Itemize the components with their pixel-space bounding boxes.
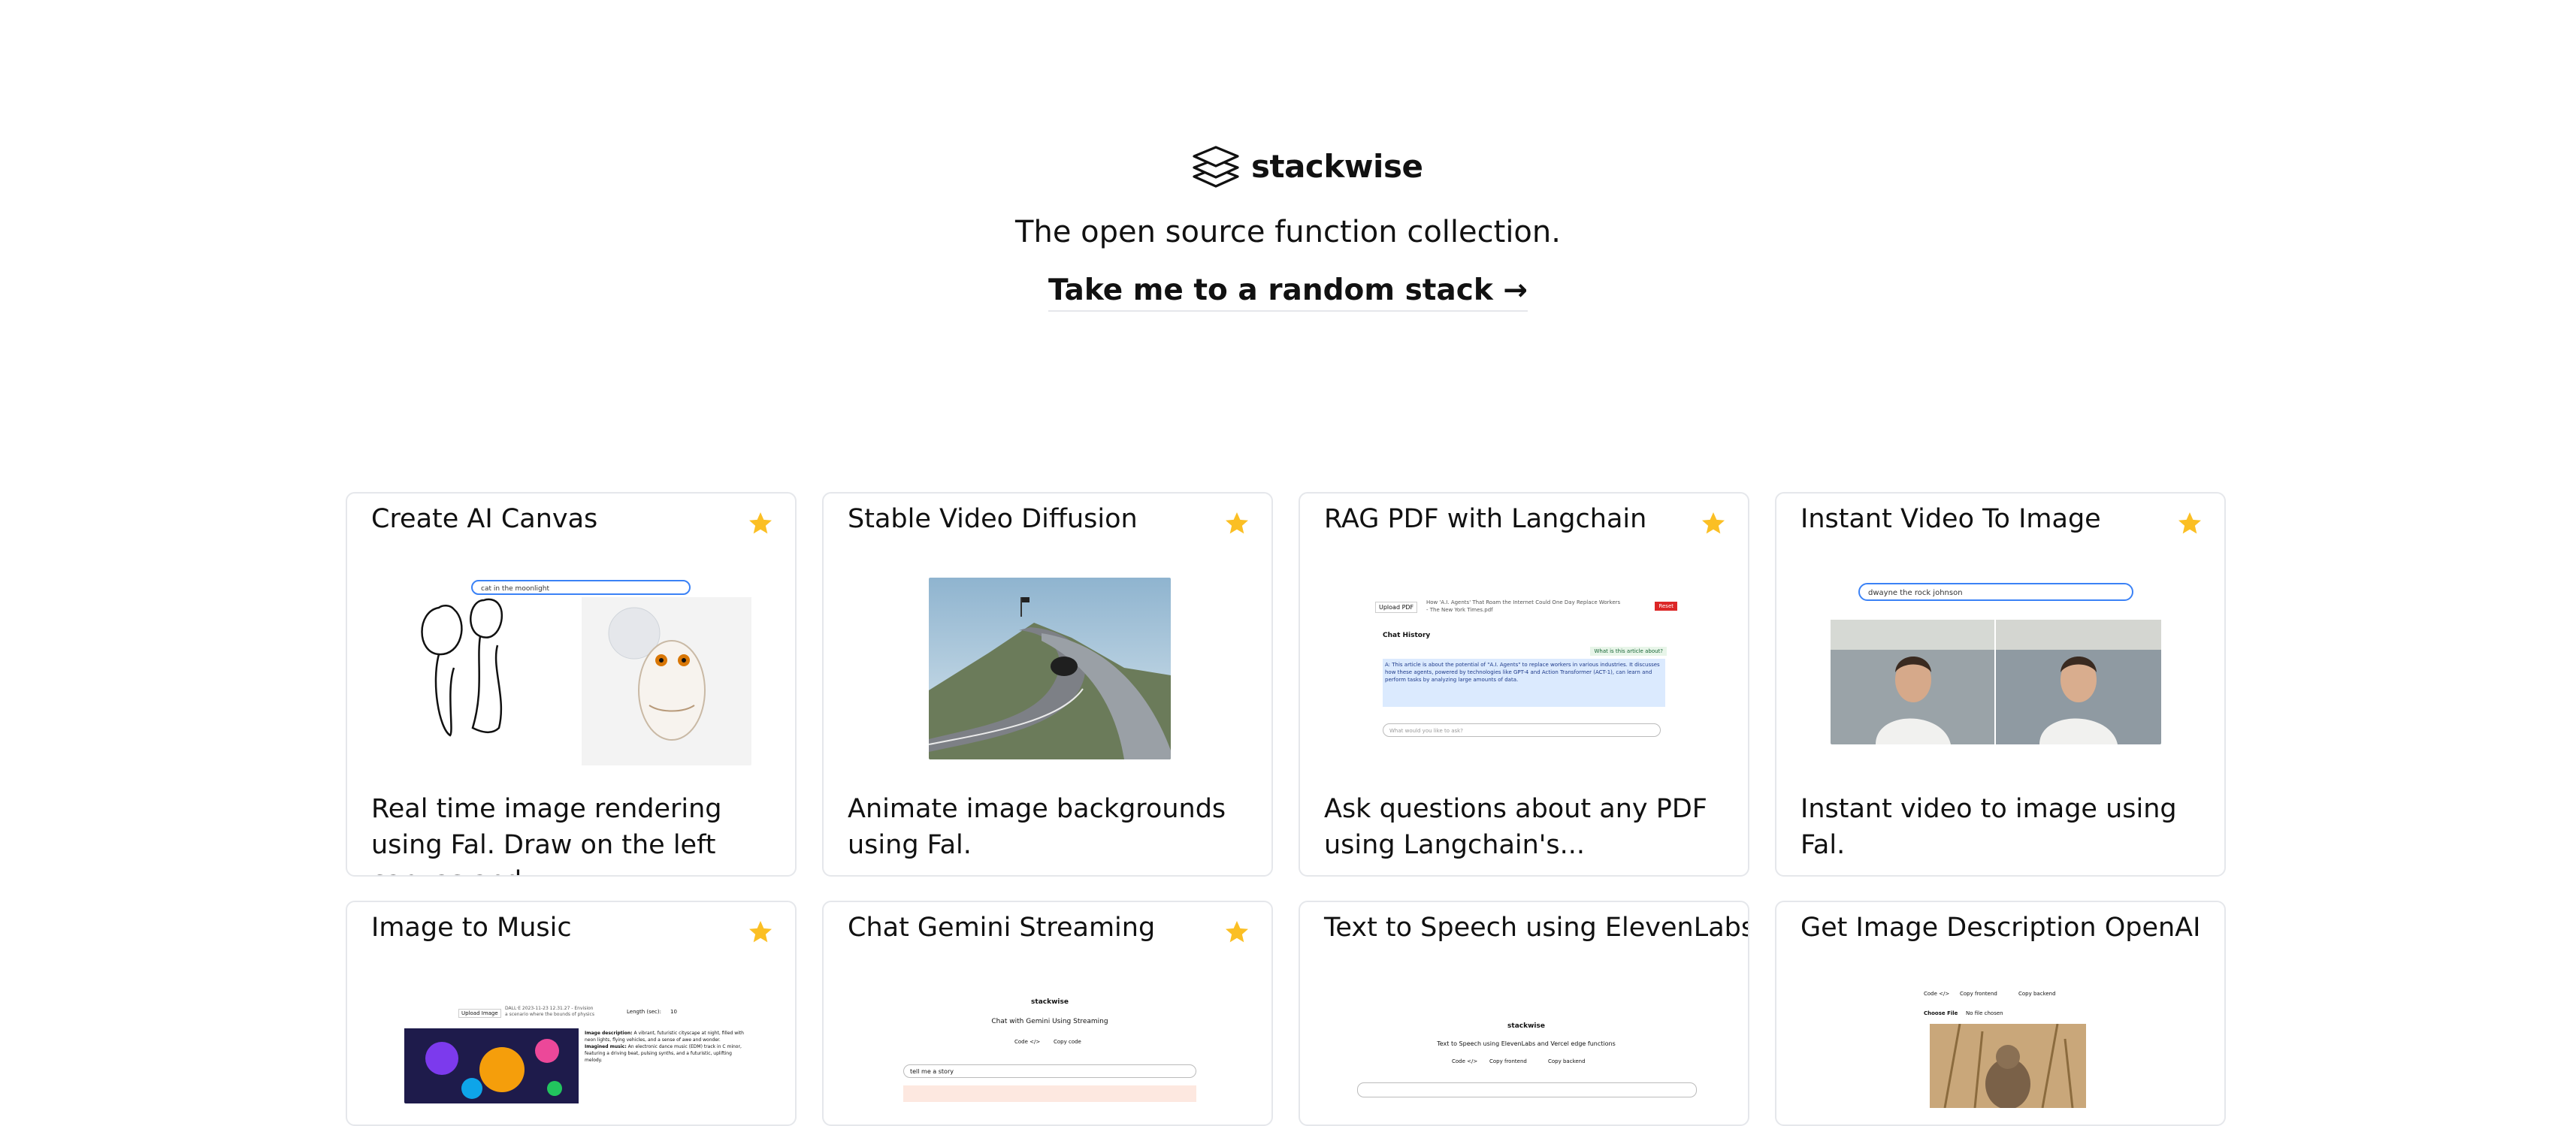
pdf-filename: How 'A.I. Agents' That Roam the Internet… xyxy=(1426,599,1621,613)
star-icon[interactable] xyxy=(747,510,774,537)
code-tab[interactable]: Code </> xyxy=(1924,991,1949,997)
mini-heading: Chat with Gemini Using Streaming xyxy=(991,1018,1108,1025)
assistant-answer: A: This article is about the potential o… xyxy=(1383,659,1665,707)
response-area xyxy=(903,1085,1196,1102)
imagined-music-label: Imagined music: xyxy=(585,1044,627,1049)
card-create-ai-canvas[interactable]: Create AI Canvas cat in the moonlight Re… xyxy=(346,492,797,877)
tts-input[interactable] xyxy=(1357,1082,1697,1097)
road-bridge-image xyxy=(929,578,1171,759)
copy-frontend-button[interactable]: Copy frontend xyxy=(1489,1058,1527,1064)
card-title: Stable Video Diffusion xyxy=(848,504,1138,534)
card-description: Instant video to image using Fal. xyxy=(1800,794,2177,860)
upload-image-button[interactable]: Upload Image xyxy=(458,1009,501,1018)
prompt-text: cat in the moonlight xyxy=(481,585,549,593)
card-title: Text to Speech using ElevenLabs xyxy=(1324,913,1749,943)
stack-logo-icon xyxy=(1193,146,1239,188)
card-title: RAG PDF with Langchain xyxy=(1324,504,1647,534)
star-icon[interactable] xyxy=(1223,510,1250,537)
tts-thumbnail: stackwise Text to Speech using ElevenLab… xyxy=(1350,1022,1703,1105)
star-icon[interactable] xyxy=(1223,919,1250,946)
upload-pdf-button[interactable]: Upload PDF xyxy=(1375,602,1418,613)
length-label: Length (sec): xyxy=(627,1009,661,1015)
mini-heading: Text to Speech using ElevenLabs and Verc… xyxy=(1437,1040,1616,1047)
card-image-to-music[interactable]: Image to Music Upload Image DALL·E 2023-… xyxy=(346,901,797,1126)
rag-chat-thumbnail: Upload PDF How 'A.I. Agents' That Roam t… xyxy=(1372,596,1680,753)
prompt-text: dwayne the rock johnson xyxy=(1868,589,1963,597)
random-stack-link-row: Take me to a random stack → xyxy=(0,273,2576,312)
image-to-music-thumbnail: Upload Image DALL·E 2023-11-23 12.31.27 … xyxy=(404,1006,750,1103)
logo-text: stackwise xyxy=(1251,147,1423,185)
card-description: Animate image backgrounds using Fal. xyxy=(848,794,1226,860)
card-title: Image to Music xyxy=(371,913,572,943)
card-title: Get Image Description OpenAI xyxy=(1800,913,2201,943)
code-tab[interactable]: Code </> xyxy=(1014,1039,1040,1045)
card-title: Instant Video To Image xyxy=(1800,504,2101,534)
card-title: Create AI Canvas xyxy=(371,504,598,534)
star-icon[interactable] xyxy=(1700,510,1727,537)
canvas-thumbnail: cat in the moonlight xyxy=(409,578,751,765)
choose-file-button[interactable]: Choose File xyxy=(1924,1010,1958,1016)
copy-backend-button[interactable]: Copy backend xyxy=(2018,991,2056,997)
no-file-label: No file chosen xyxy=(1966,1010,2003,1016)
card-chat-gemini-streaming[interactable]: Chat Gemini Streaming stackwise Chat wit… xyxy=(822,901,1273,1126)
card-rag-pdf-langchain[interactable]: RAG PDF with Langchain Upload PDF How 'A… xyxy=(1299,492,1749,877)
star-icon[interactable] xyxy=(747,919,774,946)
mini-logo: stackwise xyxy=(1031,998,1069,1006)
chat-input[interactable]: tell me a story xyxy=(903,1064,1196,1078)
image-description-label: Image description: xyxy=(585,1031,633,1036)
card-instant-video-to-image[interactable]: Instant Video To Image dwayne the rock j… xyxy=(1775,492,2226,877)
code-tab[interactable]: Code </> xyxy=(1452,1058,1477,1064)
star-icon[interactable] xyxy=(2176,510,2203,537)
image-description-thumbnail: Code </> Copy frontend Copy backend Choo… xyxy=(1913,988,2094,1108)
gemini-chat-thumbnail: stackwise Chat with Gemini Using Streami… xyxy=(873,997,1226,1102)
image-filename: DALL·E 2023-11-23 12.31.27 - Envision a … xyxy=(505,1006,594,1017)
copy-frontend-button[interactable]: Copy frontend xyxy=(1960,991,1997,997)
card-title: Chat Gemini Streaming xyxy=(848,913,1156,943)
card-description: Ask questions about any PDF using Langch… xyxy=(1324,794,1707,860)
tagline: The open source function collection. xyxy=(1015,215,1561,249)
logo[interactable]: stackwise xyxy=(1191,143,1423,189)
random-stack-link[interactable]: Take me to a random stack → xyxy=(1048,273,1528,312)
card-image-description-openai[interactable]: Get Image Description OpenAI Code </> Co… xyxy=(1775,901,2226,1126)
user-question: What is this article about? xyxy=(1590,647,1667,656)
video-to-image-thumbnail: dwayne the rock johnson xyxy=(1831,582,2161,744)
copy-backend-button[interactable]: Copy backend xyxy=(1548,1058,1586,1064)
chat-history-heading: Chat History xyxy=(1383,632,1431,639)
length-value[interactable]: 10 xyxy=(670,1009,677,1015)
card-stable-video-diffusion[interactable]: Stable Video Diffusion Animate image bac… xyxy=(822,492,1273,877)
copy-code-button[interactable]: Copy code xyxy=(1054,1039,1081,1045)
card-text-to-speech-elevenlabs[interactable]: Text to Speech using ElevenLabs stackwis… xyxy=(1299,901,1749,1126)
ask-input[interactable]: What would you like to ask? xyxy=(1383,723,1661,737)
card-description: Real time image rendering using Fal. Dra… xyxy=(371,794,722,875)
mini-logo: stackwise xyxy=(1507,1022,1545,1030)
reset-button[interactable]: Reset xyxy=(1655,602,1677,611)
